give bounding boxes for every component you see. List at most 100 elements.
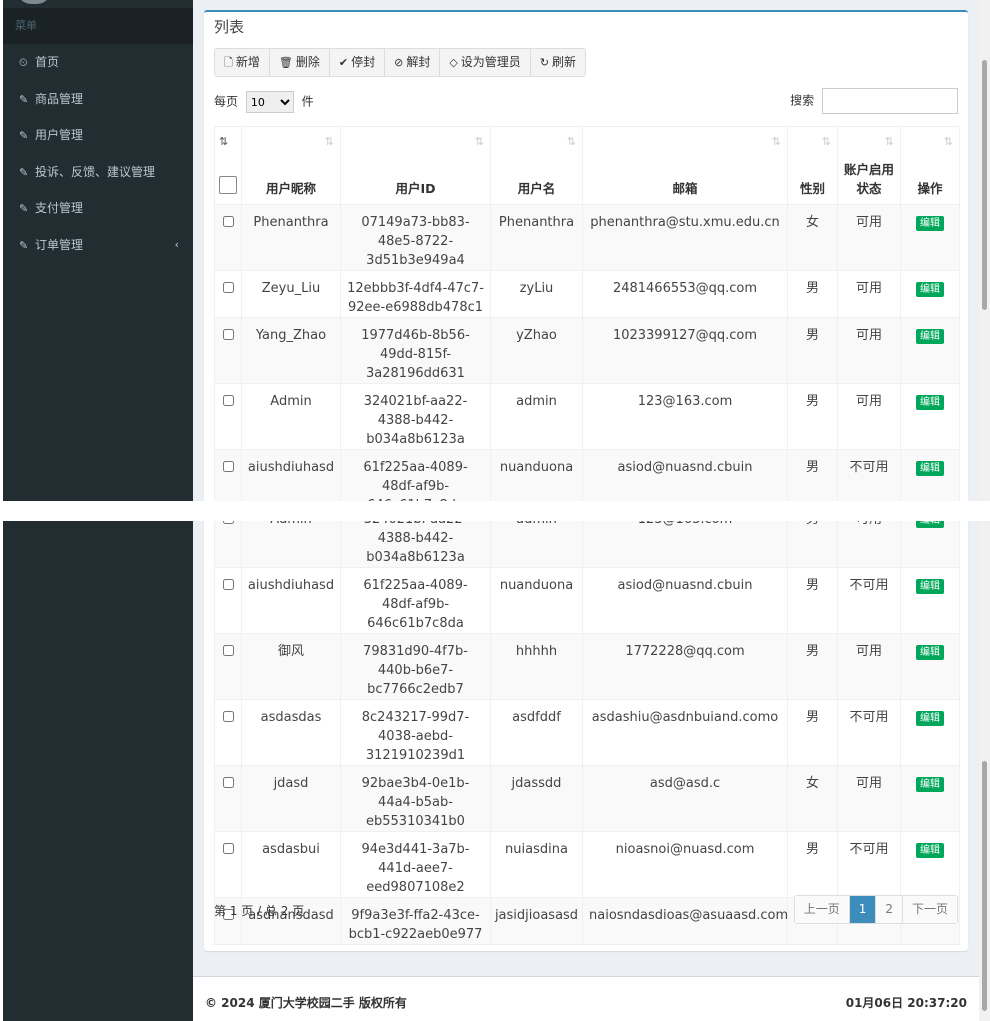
edit-icon: ✎ (19, 202, 29, 215)
edit-button[interactable]: 编辑 (916, 216, 944, 231)
header-user-id[interactable]: ⇅ 用户ID (340, 126, 491, 205)
refresh-icon: ↻ (539, 56, 550, 69)
page-2-button[interactable]: 2 (876, 896, 903, 923)
scrollbar-thumb[interactable] (982, 761, 987, 1011)
row-checkbox[interactable] (222, 216, 234, 227)
sidebar (3, 521, 193, 1021)
search-input[interactable] (822, 88, 958, 114)
row-checkbox[interactable] (222, 521, 234, 524)
scrollbar-thumb[interactable] (982, 60, 987, 310)
edit-button[interactable]: 编辑 (916, 329, 944, 344)
row-checkbox[interactable] (222, 843, 234, 854)
cell-nickname: Zeyu_Liu (241, 270, 341, 318)
sidebar-item-feedback[interactable]: ✎ 投诉、反馈、建议管理 (3, 154, 193, 191)
cell-actions: 编辑 (900, 831, 960, 898)
next-page-button[interactable]: 下一页 (902, 896, 957, 923)
cell-user-id: 61f225aa-4089-48df-af9b-646c61b7c8da (340, 567, 491, 634)
cell-gender: 男 (787, 270, 838, 318)
sort-icon: ⇅ (943, 135, 953, 148)
row-checkbox[interactable] (222, 461, 234, 472)
add-button[interactable]: 🗋 新增 (215, 49, 270, 76)
row-checkbox[interactable] (222, 329, 234, 340)
edit-button[interactable]: 编辑 (916, 711, 944, 726)
sidebar-item-payments[interactable]: ✎ 支付管理 (3, 190, 193, 227)
sort-icon: ⇅ (884, 135, 894, 148)
edit-button[interactable]: 编辑 (916, 645, 944, 660)
edit-button[interactable]: 编辑 (916, 521, 944, 528)
cell-nickname: asdasdas (241, 699, 341, 766)
unsuspend-button[interactable]: ⊘ 解封 (385, 49, 441, 76)
cell-status: 不可用 (837, 699, 901, 766)
row-checkbox[interactable] (222, 645, 234, 656)
header-nickname[interactable]: ⇅ 用户昵称 (241, 126, 341, 205)
cell-email: 1023399127@qq.com (582, 317, 788, 384)
edit-button[interactable]: 编辑 (916, 461, 944, 476)
cell-user-id: 12ebbb3f-4df4-47c7-92ee-e6988db478c1 (340, 270, 491, 318)
cell-email: phenanthra@stu.xmu.edu.cn (582, 204, 788, 271)
set-admin-button[interactable]: ◇ 设为管理员 (440, 49, 531, 76)
cell-user-id: 61f225aa-4089-48df-af9b-646c61b7c8da (340, 449, 491, 501)
user-table: Admin324021bf-aa22-4388-b442-b034a8b6123… (214, 521, 960, 945)
cell-status: 可用 (837, 383, 901, 450)
header-gender[interactable]: ⇅ 性别 (787, 126, 838, 205)
sidebar-item-label: 支付管理 (35, 201, 84, 215)
header-status[interactable]: ⇅ 账户启用状态 (837, 126, 901, 205)
table-row: Zeyu_Liu 12ebbb3f-4df4-47c7-92ee-e6988db4… (214, 270, 960, 318)
sidebar-item-home[interactable]: ⏲ 首页 (3, 44, 193, 81)
header-username[interactable]: ⇅ 用户名 (490, 126, 583, 205)
edit-button[interactable]: 编辑 (916, 282, 944, 297)
suspend-button[interactable]: ✔ 停封 (330, 49, 386, 76)
sidebar-item-users[interactable]: ✎ 用户管理 (3, 117, 193, 154)
cell-user-id: 79831d90-4f7b-440b-b6e7-bc7766c2edb7 (340, 633, 491, 700)
refresh-button[interactable]: ↻ 刷新 (531, 49, 585, 76)
edit-button[interactable]: 编辑 (916, 395, 944, 410)
row-checkbox[interactable] (222, 579, 234, 590)
cell-email: 123@163.com (582, 521, 788, 568)
cell-email: 2481466553@qq.com (582, 270, 788, 318)
prev-page-button[interactable]: 上一页 (794, 896, 850, 923)
edit-button[interactable]: 编辑 (916, 777, 944, 792)
row-select-cell (214, 317, 242, 384)
row-checkbox[interactable] (222, 711, 234, 722)
sidebar-item-products[interactable]: ✎ 商品管理 (3, 81, 193, 118)
cell-gender: 女 (787, 204, 838, 271)
row-checkbox[interactable] (222, 777, 234, 788)
row-checkbox[interactable] (222, 395, 234, 406)
header-email[interactable]: ⇅ 邮箱 (582, 126, 788, 205)
ban-icon: ⊘ (394, 56, 404, 69)
cell-email: asd@asd.c (582, 765, 788, 832)
page-1-button[interactable]: 1 (849, 896, 877, 923)
cell-username: nuiasdina (490, 831, 583, 898)
select-all-checkbox[interactable] (219, 176, 237, 194)
per-page-select[interactable]: 10 (245, 91, 294, 113)
cell-nickname: Yang_Zhao (241, 317, 341, 384)
sidebar-item-orders[interactable]: ✎ 订单管理 ‹ (3, 227, 193, 264)
cell-gender: 男 (787, 567, 838, 634)
cell-username: nuanduona (490, 449, 583, 501)
table-row: asdasbui 94e3d441-3a7b-441d-aee7-eed98071… (214, 831, 960, 898)
cell-email: nioasnoi@nuasd.com (582, 831, 788, 898)
cell-status: 不可用 (837, 449, 901, 501)
cell-nickname: aiushdiuhasd (241, 449, 341, 501)
dashboard-icon: ⏲ (19, 56, 28, 69)
cell-username: admin (490, 521, 583, 568)
scrollbar[interactable] (979, 521, 990, 1021)
edit-button[interactable]: 编辑 (916, 843, 944, 858)
cell-actions: 编辑 (900, 699, 960, 766)
sort-icon[interactable]: ⇅ (219, 135, 228, 148)
select-all-header: ⇅ (214, 126, 242, 205)
row-select-cell (214, 270, 242, 318)
cell-user-id: 324021bf-aa22-4388-b442-b034a8b6123a (340, 521, 491, 568)
cell-gender: 男 (787, 383, 838, 450)
row-select-cell (214, 383, 242, 450)
sort-icon: ⇅ (324, 135, 334, 148)
cell-nickname: Admin (241, 521, 341, 568)
edit-icon: ✎ (19, 238, 29, 252)
edit-button[interactable]: 编辑 (916, 579, 944, 594)
row-checkbox[interactable] (222, 282, 234, 293)
sidebar-item-label: 首页 (35, 55, 60, 69)
cell-status: 可用 (837, 270, 901, 318)
delete-button[interactable]: 🗑 删除 (270, 49, 330, 76)
scrollbar[interactable] (979, 0, 990, 501)
main-content: 列表 🗋 新增 🗑 删除 ✔ 停封 ⊘ 解封 ◇ 设为管理员 ↻ 刷新 每页 10 件 搜索 (193, 0, 979, 501)
